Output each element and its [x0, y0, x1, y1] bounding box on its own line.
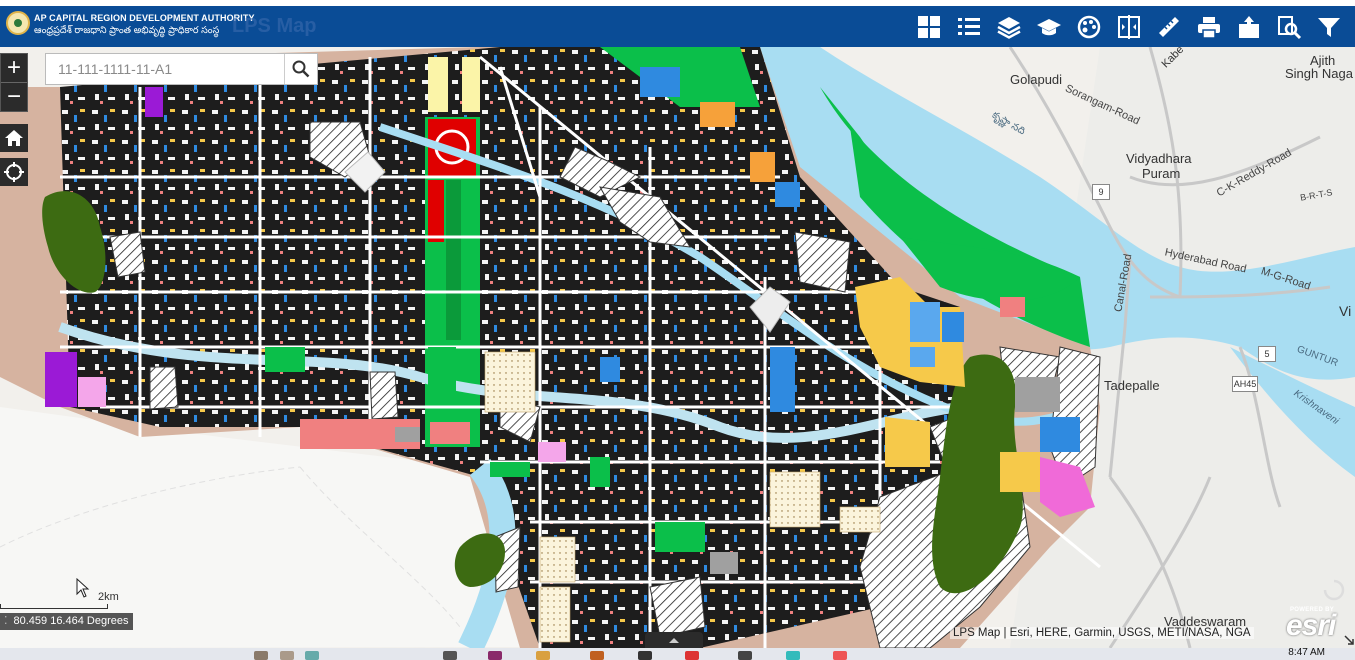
home-button[interactable] [0, 124, 28, 152]
zoom-control: + − [0, 53, 28, 112]
map-view[interactable]: Kabe Golapudi Ajith Singh Naga Vidyadhar… [0, 47, 1355, 648]
place-singh-nagar: Singh Naga [1285, 66, 1353, 81]
header-toolbar [909, 10, 1349, 44]
coordinate-readout: ⁚ 80.459 16.464 Degrees [0, 613, 134, 630]
education-cap-icon [1037, 19, 1061, 36]
filter-button[interactable] [1309, 10, 1349, 44]
place-vi: Vi [1339, 303, 1352, 319]
esri-logo: esri [1286, 609, 1336, 642]
place-tadepalle: Tadepalle [1104, 378, 1160, 393]
measure-ruler-icon [1159, 17, 1179, 37]
swipe-button[interactable] [1109, 10, 1149, 44]
taskbar-app-icon[interactable] [833, 651, 847, 660]
parcel-search-input[interactable] [46, 54, 284, 84]
org-title: AP CAPITAL REGION DEVELOPMENT AUTHORITY [34, 13, 255, 23]
taskbar-app-icon[interactable] [305, 651, 319, 660]
palette-button[interactable] [1069, 10, 1109, 44]
os-taskbar [0, 648, 1355, 660]
place-golapudi: Golapudi [1010, 72, 1063, 87]
layers-icon [997, 17, 1021, 39]
taskbar-app-icon[interactable] [685, 651, 699, 660]
parcel-search [45, 53, 318, 85]
coordinate-icon: ⁚ [4, 615, 8, 627]
basemap-gallery-icon [918, 16, 940, 38]
crda-logo-icon [6, 11, 30, 35]
taskbar-app-icon[interactable] [738, 651, 752, 660]
scale-label: 2km [98, 591, 119, 603]
layers-button[interactable] [989, 10, 1029, 44]
query-button[interactable] [1269, 10, 1309, 44]
nh9-shield: 9 [1092, 184, 1110, 200]
zoom-in-button[interactable]: + [1, 54, 27, 82]
zoom-out-button[interactable]: − [1, 83, 27, 111]
taskbar-app-icon[interactable] [254, 651, 268, 660]
taskbar-app-icon[interactable] [590, 651, 604, 660]
app-header: AP CAPITAL REGION DEVELOPMENT AUTHORITY … [0, 0, 1355, 47]
map-canvas [0, 47, 1355, 648]
coordinate-text: 80.459 16.464 Degrees [13, 615, 129, 627]
taskbar-app-icon[interactable] [280, 651, 294, 660]
org-subtitle: ఆంధ్రప్రదేశ్ రాజధాని ప్రాంత అభివృద్ధి ప్… [34, 25, 220, 36]
taskbar-app-icon[interactable] [786, 651, 800, 660]
home-icon [5, 130, 23, 146]
ah45-shield: AH45 [1232, 376, 1258, 392]
scale-bar-line [0, 604, 108, 609]
swipe-compare-icon [1118, 15, 1140, 39]
print-icon [1198, 17, 1220, 39]
filter-icon [1318, 18, 1340, 37]
nh5-shield: 5 [1258, 346, 1276, 362]
search-icon [292, 60, 310, 78]
taskbar-clock: 8:47 AM [1288, 647, 1325, 658]
query-search-icon [1278, 16, 1302, 40]
legend-button[interactable] [949, 10, 989, 44]
map-attribution: LPS Map | Esri, HERE, Garmin, USGS, METI… [950, 627, 1254, 639]
taskbar-app-icon[interactable] [443, 651, 457, 660]
bookmark-download-icon [1239, 16, 1259, 38]
resize-handle-icon[interactable] [1343, 634, 1355, 646]
education-button[interactable] [1029, 10, 1069, 44]
print-button[interactable] [1189, 10, 1229, 44]
measure-button[interactable] [1149, 10, 1189, 44]
bottom-panel-toggle[interactable] [645, 632, 703, 648]
taskbar-app-icon[interactable] [638, 651, 652, 660]
place-puram: Puram [1142, 166, 1181, 181]
place-vidyadhara: Vidyadhara [1126, 151, 1192, 166]
app-name: LPS Map [232, 15, 317, 37]
bookmark-button[interactable] [1229, 10, 1269, 44]
taskbar-app-icon[interactable] [488, 651, 502, 660]
locate-button[interactable] [0, 158, 28, 186]
taskbar-app-icon[interactable] [536, 651, 550, 660]
loading-spinner-icon [1323, 579, 1345, 601]
legend-list-icon [958, 18, 980, 35]
palette-icon [1077, 15, 1101, 39]
basemap-gallery-button[interactable] [909, 10, 949, 44]
locate-icon [4, 162, 24, 182]
search-button[interactable] [284, 54, 317, 84]
